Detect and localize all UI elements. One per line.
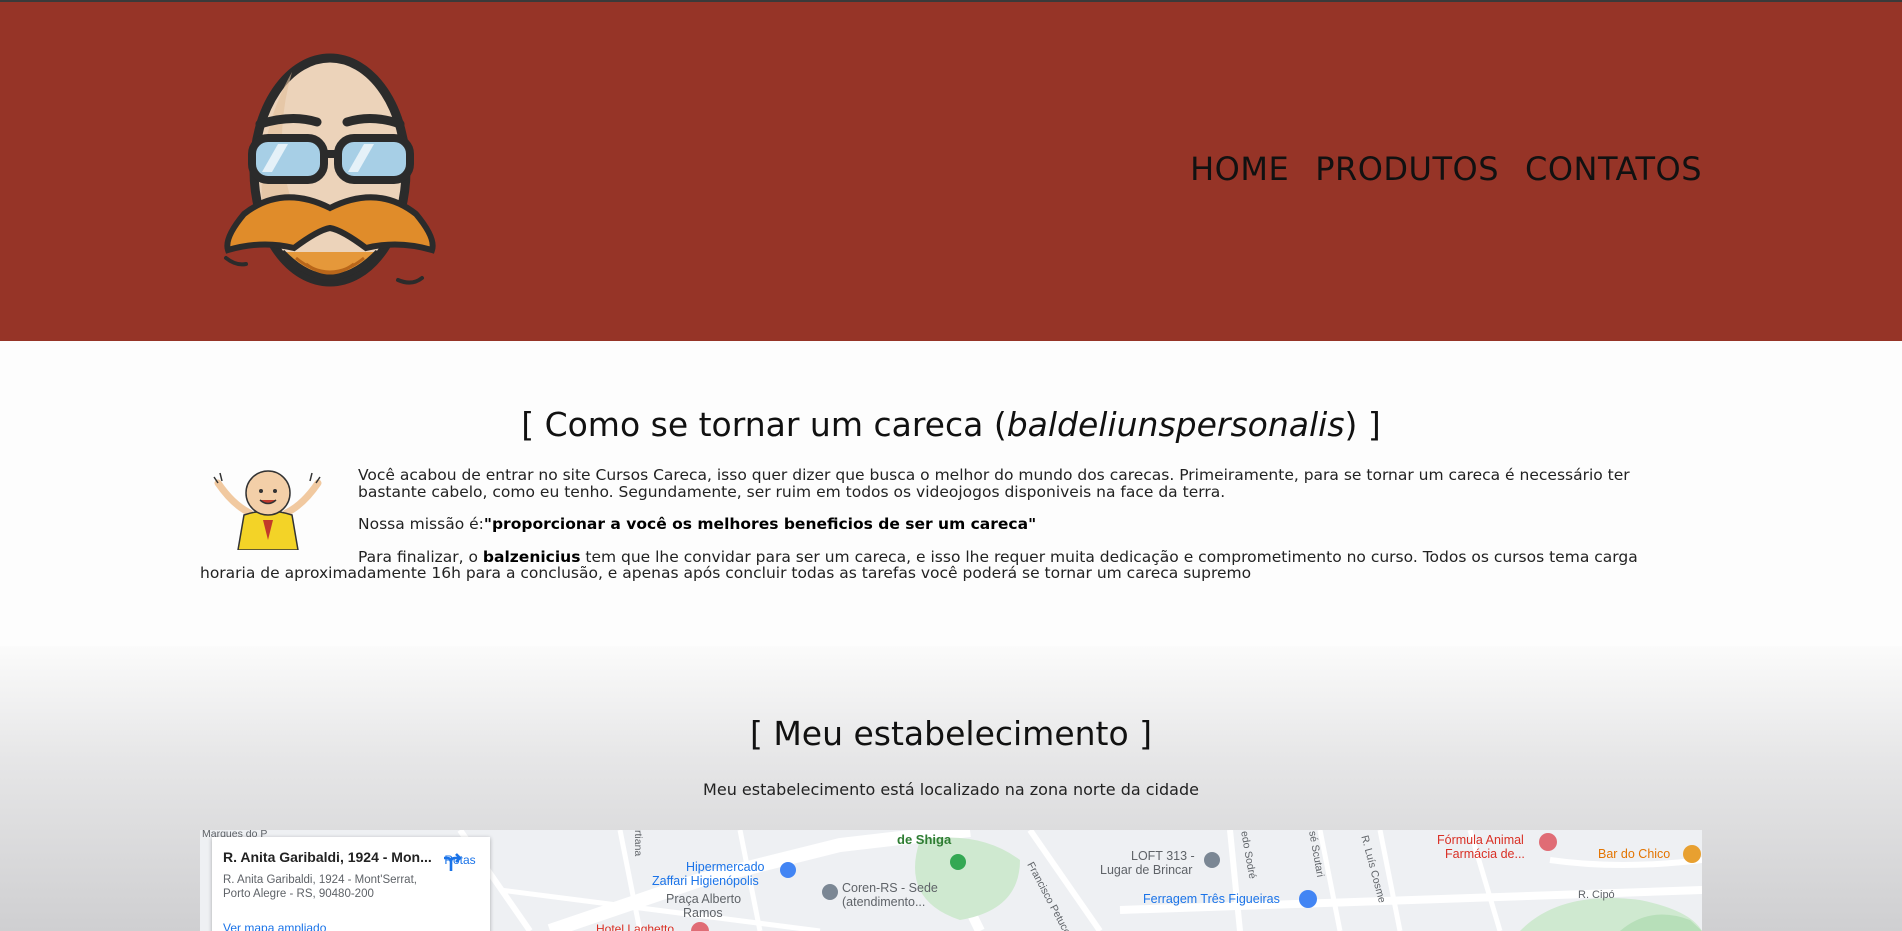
google-map[interactable]: de Shiga Hipermercado Zaffari Higienópol… (200, 830, 1702, 931)
map-label-praca-2: Ramos (683, 906, 723, 920)
map-label-loft-1: LOFT 313 - (1131, 849, 1195, 863)
author-name: balzenicius (482, 547, 581, 566)
about-paragraph-1: Você acabou de entrar no site Cursos Car… (358, 466, 1630, 501)
map-label-tiana: rtiana (632, 830, 644, 857)
map-label-bar: Bar do Chico (1598, 847, 1671, 861)
site-header: HOME PRODUTOS CONTATOS (0, 2, 1902, 341)
map-label-hipermercado-2: Zaffari Higienópolis (652, 874, 759, 888)
map-label-coren-2: (atendimento... (842, 895, 926, 909)
view-larger-map-link[interactable]: Ver mapa ampliado (223, 921, 326, 931)
map-label-loft-2: Lugar de Brincar (1100, 863, 1193, 877)
map-label-ferragem: Ferragem Três Figueiras (1143, 892, 1280, 906)
place-address: R. Anita Garibaldi, 1924 - Mont'Serrat, … (223, 874, 417, 900)
bald-mustache-logo[interactable] (222, 52, 442, 297)
location-subtitle: Meu estabelecimento está localizado na z… (703, 780, 1199, 799)
map-label-hotel: Hotel Laghetto (596, 922, 675, 931)
map-label-formula-1: Fórmula Animal (1437, 833, 1524, 847)
nav-produtos[interactable]: PRODUTOS (1315, 150, 1499, 188)
bald-kid-illustration (213, 470, 322, 550)
about-title: [ Como se tornar um careca (baldeliunspe… (521, 405, 1381, 444)
map-label-praca-1: Praça Alberto (666, 892, 742, 906)
location-title: [ Meu estabelecimento ] (749, 714, 1153, 753)
map-label-coren-1: Coren-RS - Sede (842, 881, 938, 895)
main-nav: HOME PRODUTOS CONTATOS (1190, 150, 1702, 188)
map-label-cipo: R. Cipó (1578, 889, 1615, 901)
map-place-card: R. Anita Garibaldi, 1924 - Mon... R. Ani… (212, 837, 490, 931)
map-label-hipermercado-1: Hipermercado (686, 860, 765, 874)
about-text: Você acabou de entrar no site Cursos Car… (200, 467, 1650, 598)
directions-icon (444, 853, 462, 871)
about-paragraph-3: Para finalizar, o balzenicius tem que lh… (200, 547, 1638, 582)
directions-button[interactable]: Rotas (440, 851, 480, 871)
map-label-shiga: de Shiga (897, 832, 952, 847)
nav-contatos[interactable]: CONTATOS (1525, 150, 1702, 188)
mission-paragraph: Nossa missão é:"proporcionar a você os m… (358, 515, 1037, 533)
nav-home[interactable]: HOME (1190, 150, 1289, 188)
about-section: [ Como se tornar um careca (baldeliunspe… (0, 341, 1902, 646)
place-title: R. Anita Garibaldi, 1924 - Mon... (223, 849, 432, 865)
location-section: [ Meu estabelecimento ] Meu estabelecime… (0, 646, 1902, 931)
mission-text: "proporcionar a você os melhores benefic… (483, 515, 1037, 533)
map-label-formula-2: Farmácia de... (1445, 847, 1525, 861)
